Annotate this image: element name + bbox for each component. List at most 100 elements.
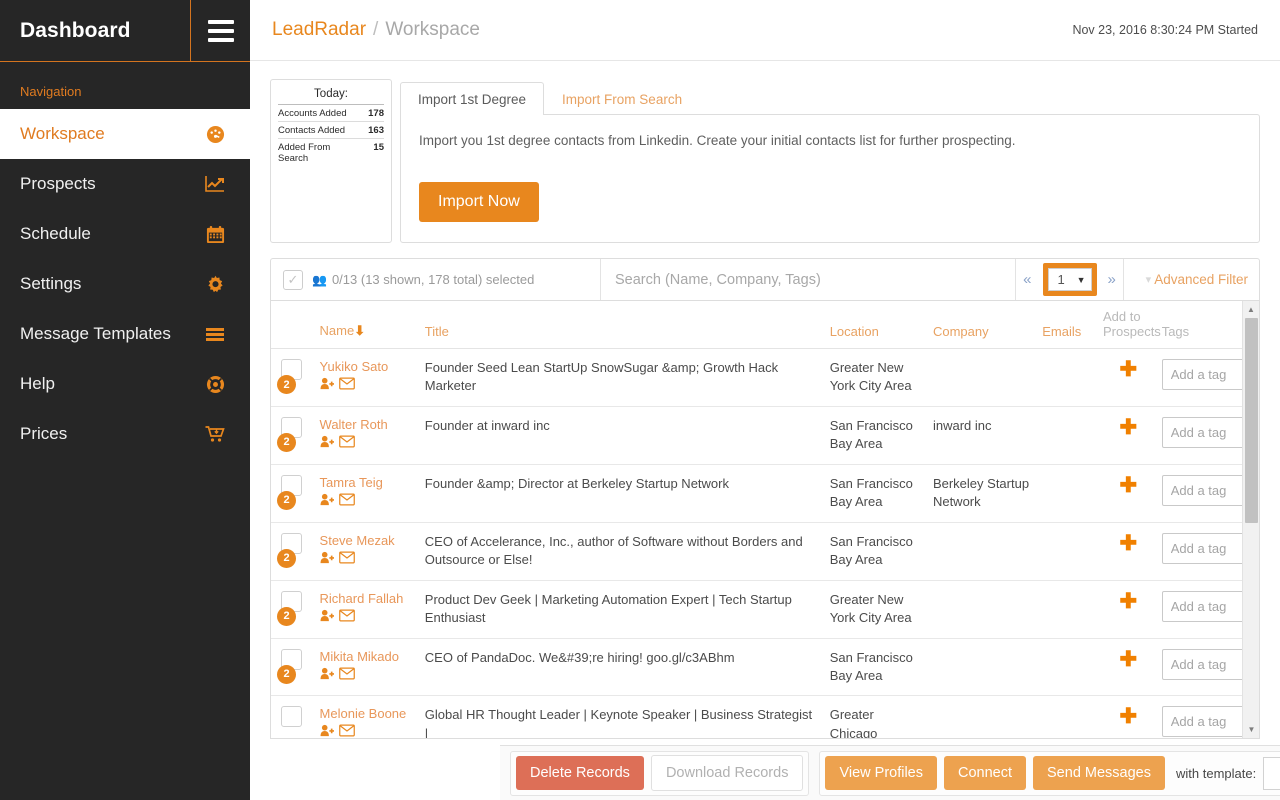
sidebar-item-prices[interactable]: Prices (0, 409, 250, 459)
sidebar-item-settings[interactable]: Settings (0, 259, 250, 309)
plus-icon[interactable]: ✚ (1103, 649, 1154, 670)
add-a-tag-input[interactable] (1161, 474, 1244, 506)
add-person-icon[interactable] (320, 609, 335, 622)
contact-name-link[interactable]: Melonie Boone (320, 706, 417, 721)
funnel-icon: ▾ (1145, 274, 1152, 286)
cell-title: CEO of Accelerance, Inc., author of Soft… (420, 522, 826, 581)
table-row[interactable]: 2 Richard Fallah Product Dev Geek | Market… (271, 580, 1259, 639)
advanced-filter-button[interactable]: ▾ Advanced Filter (1124, 259, 1259, 300)
envelope-icon[interactable] (338, 435, 355, 448)
cell-location: San Francisco Bay Area (825, 638, 929, 697)
table-head: Name⬇ Title Location Company Emails Add … (271, 301, 1259, 349)
sidebar-item-label: Settings (20, 274, 82, 293)
sidebar: Dashboard Navigation Workspace Prospects… (0, 0, 250, 800)
envelope-icon[interactable] (338, 609, 355, 622)
table-row[interactable]: 2 Tamra Teig Founder &amp; Director at Ber… (271, 464, 1259, 523)
today-stats-card: Today: Accounts Added 178 Contacts Added… (270, 79, 392, 243)
sidebar-item-label: Prices (20, 424, 68, 443)
add-a-tag-input[interactable] (1161, 590, 1244, 622)
next-page-button[interactable]: » (1103, 271, 1121, 288)
page-select[interactable]: 1 (1047, 268, 1092, 291)
view-profiles-button[interactable]: View Profiles (825, 756, 937, 790)
table-row[interactable]: 2 Yukiko Sato Founder Seed Lean StartUp Sn… (271, 348, 1259, 407)
sidebar-item-workspace[interactable]: Workspace (0, 109, 250, 159)
table-toolbar: ✓ 👥 0/13 (13 shown, 178 total) selected … (270, 258, 1260, 301)
selection-text-wrap: 👥 0/13 (13 shown, 178 total) selected (312, 272, 534, 287)
envelope-icon[interactable] (338, 377, 355, 390)
add-a-tag-input[interactable] (1161, 416, 1244, 448)
page-select-wrap: 1 ▼ (1047, 268, 1092, 291)
contact-name-link[interactable]: Walter Roth (320, 417, 417, 432)
search-input[interactable] (601, 259, 1015, 300)
th-title[interactable]: Title (420, 301, 826, 349)
scroll-up-icon[interactable]: ▲ (1243, 301, 1259, 318)
add-person-icon[interactable] (320, 551, 335, 564)
th-company[interactable]: Company (928, 301, 1039, 349)
row-action-icons (320, 493, 417, 506)
contact-name-link[interactable]: Richard Fallah (320, 591, 417, 606)
contact-name-link[interactable]: Mikita Mikado (320, 649, 417, 664)
sidebar-item-prospects[interactable]: Prospects (0, 159, 250, 209)
plus-icon[interactable]: ✚ (1103, 417, 1154, 438)
degree-badge: 2 (277, 548, 296, 568)
tab-import-1st-degree[interactable]: Import 1st Degree (400, 82, 545, 115)
contact-name-link[interactable]: Tamra Teig (320, 475, 417, 490)
add-person-icon[interactable] (320, 493, 335, 506)
sidebar-item-message-templates[interactable]: Message Templates (0, 309, 250, 359)
add-person-icon[interactable] (320, 667, 335, 680)
send-messages-button[interactable]: Send Messages (1033, 756, 1165, 790)
envelope-icon[interactable] (338, 493, 355, 506)
sidebar-header: Dashboard (0, 0, 250, 62)
sidebar-item-schedule[interactable]: Schedule (0, 209, 250, 259)
plus-icon[interactable]: ✚ (1103, 533, 1154, 554)
th-emails[interactable]: Emails (1038, 301, 1099, 349)
cell-emails (1038, 696, 1099, 738)
cell-select: 2 (271, 580, 316, 639)
add-a-tag-input[interactable] (1161, 648, 1244, 680)
select-all-checkbox[interactable]: ✓ (283, 269, 303, 290)
add-a-tag-input[interactable] (1161, 359, 1244, 390)
add-person-icon[interactable] (320, 724, 335, 737)
table-row[interactable]: Melonie Boone Global HR Thought Leader | … (271, 696, 1259, 738)
connect-button[interactable]: Connect (944, 756, 1027, 790)
cell-name: Melonie Boone (316, 696, 421, 738)
hamburger-menu-icon[interactable] (190, 0, 250, 61)
envelope-icon[interactable] (338, 667, 355, 680)
plus-icon[interactable]: ✚ (1103, 591, 1154, 612)
calendar-icon (200, 225, 230, 244)
plus-icon[interactable]: ✚ (1103, 359, 1154, 380)
scroll-down-icon[interactable]: ▼ (1243, 721, 1259, 738)
import-description: Import you 1st degree contacts from Link… (419, 133, 1016, 148)
sidebar-item-help[interactable]: Help (0, 359, 250, 409)
plus-icon[interactable]: ✚ (1103, 706, 1154, 727)
today-stat-row: Contacts Added 163 (278, 122, 384, 139)
add-person-icon[interactable] (320, 435, 335, 448)
breadcrumb-brand[interactable]: LeadRadar (272, 19, 366, 41)
row-action-icons (320, 724, 417, 737)
add-person-icon[interactable] (320, 377, 335, 390)
import-now-button[interactable]: Import Now (419, 182, 539, 222)
row-checkbox[interactable] (281, 706, 302, 728)
cell-add-to-prospects: ✚ (1099, 406, 1158, 465)
th-name[interactable]: Name⬇ (315, 301, 421, 349)
envelope-icon[interactable] (338, 724, 355, 737)
table-row[interactable]: 2 Mikita Mikado CEO of PandaDoc. We&#39;re… (271, 638, 1259, 697)
plus-icon[interactable]: ✚ (1103, 475, 1154, 496)
scrollbar-thumb[interactable] (1245, 318, 1258, 523)
prev-page-button[interactable]: « (1018, 271, 1036, 288)
contact-name-link[interactable]: Yukiko Sato (320, 359, 417, 374)
table-scrollbar[interactable]: ▲ ▼ (1242, 301, 1259, 738)
add-a-tag-input[interactable] (1161, 532, 1244, 564)
breadcrumb: LeadRadar / Workspace (272, 19, 480, 41)
tab-import-from-search[interactable]: Import From Search (544, 82, 700, 115)
th-location[interactable]: Location (825, 301, 929, 349)
table-row[interactable]: 2 Steve Mezak CEO of Accelerance, Inc., au… (271, 522, 1259, 581)
template-select[interactable] (1263, 756, 1280, 790)
envelope-icon[interactable] (338, 551, 355, 564)
import-card: Import 1st Degree Import From Search Imp… (400, 79, 1260, 243)
table-row[interactable]: 2 Walter Roth Founder at inward inc San Fra… (271, 406, 1259, 465)
contact-name-link[interactable]: Steve Mezak (320, 533, 417, 548)
add-a-tag-input[interactable] (1161, 706, 1244, 738)
download-records-button[interactable]: Download Records (650, 755, 804, 791)
delete-records-button[interactable]: Delete Records (516, 756, 644, 790)
